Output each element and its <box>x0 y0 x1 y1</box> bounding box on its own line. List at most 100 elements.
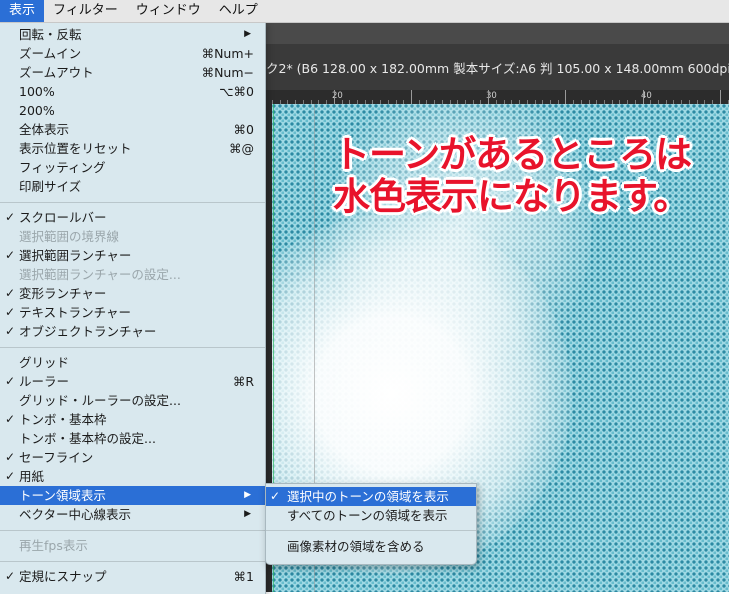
menu-item-100-percent[interactable]: 100% ⌥⌘0 <box>0 82 265 101</box>
check-icon: ✓ <box>5 569 16 583</box>
check-icon: ✓ <box>5 469 16 483</box>
menu-filter[interactable]: フィルター <box>44 0 127 22</box>
menu-item-reset-position[interactable]: 表示位置をリセット ⌘@ <box>0 139 265 158</box>
menu-item-label: 用紙 <box>19 469 45 484</box>
menu-item-label: 印刷サイズ <box>19 179 82 194</box>
menu-item-shortcut: ⌘0 <box>233 122 254 137</box>
menu-item-label: 選択範囲の境界線 <box>19 229 120 244</box>
menu-item-label: セーフライン <box>19 450 94 465</box>
menu-item-print-size[interactable]: 印刷サイズ <box>0 177 265 196</box>
check-icon: ✓ <box>270 489 281 503</box>
ruler-tick <box>565 90 567 104</box>
menu-item-shortcut: ⌘Num− <box>201 65 254 80</box>
menu-view[interactable]: 表示 <box>0 0 45 22</box>
menu-item-label: トンボ・基本枠 <box>19 412 107 427</box>
menu-item-rotate-flip[interactable]: 回転・反転 ▶ <box>0 25 265 44</box>
tone-area-submenu: ✓ 選択中のトーンの領域を表示 すべてのトーンの領域を表示 画像素材の領域を含め… <box>265 483 477 565</box>
menu-item-ruler[interactable]: ✓ ルーラー ⌘R <box>0 372 265 391</box>
menu-item-paper[interactable]: ✓ 用紙 <box>0 467 265 486</box>
menu-item-crop-marks-settings[interactable]: トンボ・基本枠の設定... <box>0 429 265 448</box>
menu-item-label: 100% <box>19 84 55 99</box>
menu-item-label: 表示位置をリセット <box>19 141 132 156</box>
menu-item-shortcut: ⌘Num+ <box>201 46 254 61</box>
menu-item-label: トンボ・基本枠の設定... <box>19 431 156 446</box>
menu-item-tone-area-display[interactable]: トーン領域表示 ▶ <box>0 486 265 505</box>
menu-item-label: ベクター中心線表示 <box>19 507 132 522</box>
menu-separator <box>0 561 265 562</box>
check-icon: ✓ <box>5 374 16 388</box>
menu-item-selection-border[interactable]: 選択範囲の境界線 <box>0 227 265 246</box>
ruler-tick <box>488 90 490 104</box>
menu-separator <box>0 530 265 531</box>
document-title[interactable]: ク2* (B6 128.00 x 182.00mm 製本サイズ:A6 判 105… <box>266 58 729 77</box>
menu-item-selection-launcher[interactable]: ✓ 選択範囲ランチャー <box>0 246 265 265</box>
menu-item-shortcut: ⌘@ <box>229 141 254 156</box>
check-icon: ✓ <box>5 210 16 224</box>
menu-item-scrollbar[interactable]: ✓ スクロールバー <box>0 208 265 227</box>
horizontal-ruler[interactable]: 20 30 40 <box>266 90 729 105</box>
menu-item-object-launcher[interactable]: ✓ オブジェクトランチャー <box>0 322 265 341</box>
menu-item-fitting[interactable]: フィッティング <box>0 158 265 177</box>
menu-item-selection-launcher-settings[interactable]: 選択範囲ランチャーの設定... <box>0 265 265 284</box>
menu-item-zoom-in[interactable]: ズームイン ⌘Num+ <box>0 44 265 63</box>
menu-separator <box>266 530 476 531</box>
menu-item-transform-launcher[interactable]: ✓ 変形ランチャー <box>0 284 265 303</box>
menu-item-label: グリッド <box>19 355 70 370</box>
menu-item-label: すべてのトーンの領域を表示 <box>287 508 448 523</box>
menu-item-label: トーン領域表示 <box>19 488 106 503</box>
annotation-text: トーンがあるところは 水色表示になります。 <box>333 134 729 218</box>
menu-item-label: 回転・反転 <box>19 27 82 42</box>
menu-item-crop-marks[interactable]: ✓ トンボ・基本枠 <box>0 410 265 429</box>
menu-item-200-percent[interactable]: 200% <box>0 101 265 120</box>
submenu-arrow-icon: ▶ <box>244 490 251 500</box>
menu-item-label: 再生fps表示 <box>19 538 88 553</box>
annotation-line: トーンがあるところは <box>333 133 692 176</box>
ruler-tick <box>333 90 335 104</box>
check-icon: ✓ <box>5 305 16 319</box>
submenu-item-show-selected-tone-area[interactable]: ✓ 選択中のトーンの領域を表示 <box>266 487 476 506</box>
submenu-arrow-icon: ▶ <box>244 509 251 519</box>
menu-item-vector-centerline[interactable]: ベクター中心線表示 ▶ <box>0 505 265 524</box>
menu-item-grid-ruler-settings[interactable]: グリッド・ルーラーの設定... <box>0 391 265 410</box>
menu-item-label: 選択中のトーンの領域を表示 <box>287 489 449 504</box>
menu-item-label: グリッド・ルーラーの設定... <box>19 393 181 408</box>
check-icon: ✓ <box>5 324 16 338</box>
menu-item-label: オブジェクトランチャー <box>19 324 157 339</box>
menu-item-label: 全体表示 <box>19 122 70 137</box>
menu-item-playback-fps[interactable]: 再生fps表示 <box>0 536 265 555</box>
menu-help[interactable]: ヘルプ <box>210 0 267 22</box>
menu-item-grid[interactable]: グリッド <box>0 353 265 372</box>
menu-item-label: フィッティング <box>19 160 106 175</box>
menu-item-label: ズームイン <box>19 46 82 61</box>
menu-item-label: テキストランチャー <box>19 305 132 320</box>
menu-item-label: スクロールバー <box>19 210 107 225</box>
menu-item-fit-all[interactable]: 全体表示 ⌘0 <box>0 120 265 139</box>
ruler-tick <box>642 90 644 104</box>
menu-item-shortcut: ⌘R <box>232 374 254 389</box>
ruler-tick <box>719 90 721 104</box>
check-icon: ✓ <box>5 248 16 262</box>
menu-separator <box>0 347 265 348</box>
menu-item-label: 選択範囲ランチャーの設定... <box>19 267 181 282</box>
ruler-tick <box>411 90 412 104</box>
menu-item-snap-to-ruler[interactable]: ✓ 定規にスナップ ⌘1 <box>0 567 265 586</box>
menu-item-zoom-out[interactable]: ズームアウト ⌘Num− <box>0 63 265 82</box>
submenu-item-show-all-tone-areas[interactable]: すべてのトーンの領域を表示 <box>266 506 476 525</box>
menu-item-label: 200% <box>19 103 55 118</box>
menu-item-label: 変形ランチャー <box>19 286 107 301</box>
menu-window[interactable]: ウィンドウ <box>127 0 210 22</box>
menu-item-text-launcher[interactable]: ✓ テキストランチャー <box>0 303 265 322</box>
menu-item-label: ルーラー <box>19 374 70 389</box>
menu-item-label: 定規にスナップ <box>19 569 107 584</box>
menu-separator <box>0 202 265 203</box>
check-icon: ✓ <box>5 286 16 300</box>
menu-item-label: 画像素材の領域を含める <box>287 539 425 554</box>
menu-item-label: 選択範囲ランチャー <box>19 248 132 263</box>
menu-item-shortcut: ⌘1 <box>233 569 254 584</box>
view-menu: 回転・反転 ▶ ズームイン ⌘Num+ ズームアウト ⌘Num− 100% ⌥⌘… <box>0 22 266 594</box>
submenu-item-include-image-materials[interactable]: 画像素材の領域を含める <box>266 537 476 556</box>
menu-item-label: ズームアウト <box>19 65 94 80</box>
check-icon: ✓ <box>5 412 16 426</box>
check-icon: ✓ <box>5 450 16 464</box>
menu-item-safe-line[interactable]: ✓ セーフライン <box>0 448 265 467</box>
